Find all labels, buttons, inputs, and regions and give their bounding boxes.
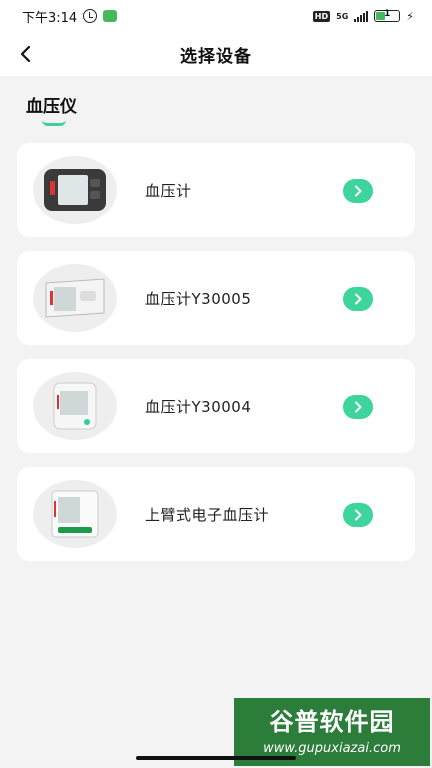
blood-pressure-monitor-icon — [45, 278, 105, 318]
chevron-right-icon — [355, 293, 362, 305]
watermark-url: www.gupuxiazai.com — [263, 741, 401, 756]
go-button[interactable] — [343, 287, 373, 311]
device-label: 血压计Y30004 — [145, 397, 252, 416]
watermark-title: 谷普软件园 — [269, 708, 395, 736]
section-title: 血压仪 — [26, 97, 77, 117]
chevron-right-icon — [355, 401, 362, 413]
alarm-icon — [83, 9, 98, 23]
device-card-3[interactable]: 血压计Y30004 — [17, 359, 415, 453]
battery-icon: 1 — [374, 9, 401, 22]
section-underline — [42, 120, 66, 126]
status-bar: 下午3:14 HD 5G 1 ⚡ — [0, 0, 432, 32]
chevron-right-icon — [355, 509, 362, 521]
back-button[interactable] — [10, 38, 42, 70]
device-label: 上臂式电子血压计 — [145, 505, 270, 524]
hd-badge: HD — [312, 10, 331, 22]
device-label: 血压计 — [145, 181, 192, 200]
network-type: 5G — [336, 11, 349, 21]
charging-icon: ⚡ — [406, 9, 414, 23]
go-button[interactable] — [343, 179, 373, 203]
device-label: 血压计Y30005 — [145, 289, 252, 308]
page: 下午3:14 HD 5G 1 ⚡ 选择设备 血压仪 血压计 血压计Y30005 … — [0, 0, 432, 768]
go-button[interactable] — [343, 395, 373, 419]
notification-app-icon — [103, 10, 118, 22]
device-card-4[interactable]: 上臂式电子血压计 — [17, 467, 415, 561]
device-card-2[interactable]: 血压计Y30005 — [17, 251, 415, 345]
device-card-1[interactable]: 血压计 — [17, 143, 415, 237]
header: 选择设备 — [0, 32, 432, 76]
go-button[interactable] — [343, 503, 373, 527]
battery-level: 1 — [384, 9, 391, 19]
chevron-right-icon — [355, 185, 362, 197]
blood-pressure-monitor-icon — [44, 169, 106, 211]
device-thumbnail — [33, 156, 117, 224]
chevron-left-icon — [20, 45, 31, 63]
home-indicator[interactable] — [136, 756, 296, 760]
device-thumbnail — [33, 480, 117, 548]
blood-pressure-monitor-icon — [51, 490, 99, 538]
device-list: 血压计 血压计Y30005 血压计Y30004 上臂式电子血压计 — [17, 143, 415, 575]
section-header: 血压仪 — [26, 92, 77, 126]
blood-pressure-monitor-icon — [53, 382, 97, 430]
status-time: 下午3:14 — [22, 10, 78, 26]
device-thumbnail — [33, 372, 117, 440]
status-left: 下午3:14 — [22, 7, 118, 26]
status-right: HD 5G 1 ⚡ — [312, 9, 414, 23]
signal-icon — [354, 10, 369, 22]
page-title: 选择设备 — [180, 46, 252, 67]
device-thumbnail — [33, 264, 117, 332]
